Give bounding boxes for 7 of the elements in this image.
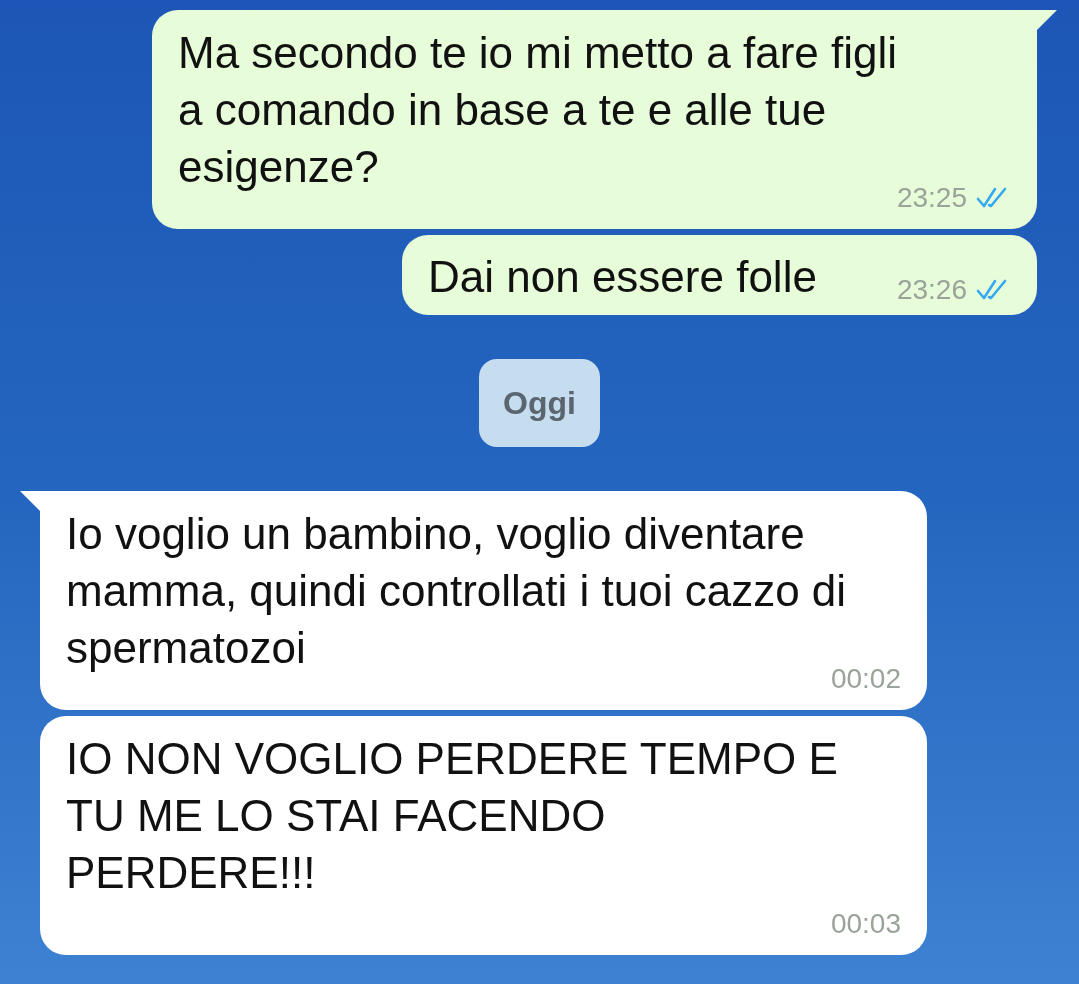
message-time: 00:03 <box>830 907 901 941</box>
message-time: 23:26 <box>896 273 967 307</box>
message-text: Dai non essere folle <box>428 251 817 303</box>
message-text: Ma secondo te io mi metto a fare figli a comando in base a te e alle tue esigenze? <box>178 27 898 193</box>
date-chip: Oggi <box>479 359 600 447</box>
message-text: IO NON VOGLIO PERDERE TEMPO E TU ME LO STAI FACENDO PERDERE!!! <box>66 733 839 899</box>
message-time: 23:25 <box>896 181 967 215</box>
